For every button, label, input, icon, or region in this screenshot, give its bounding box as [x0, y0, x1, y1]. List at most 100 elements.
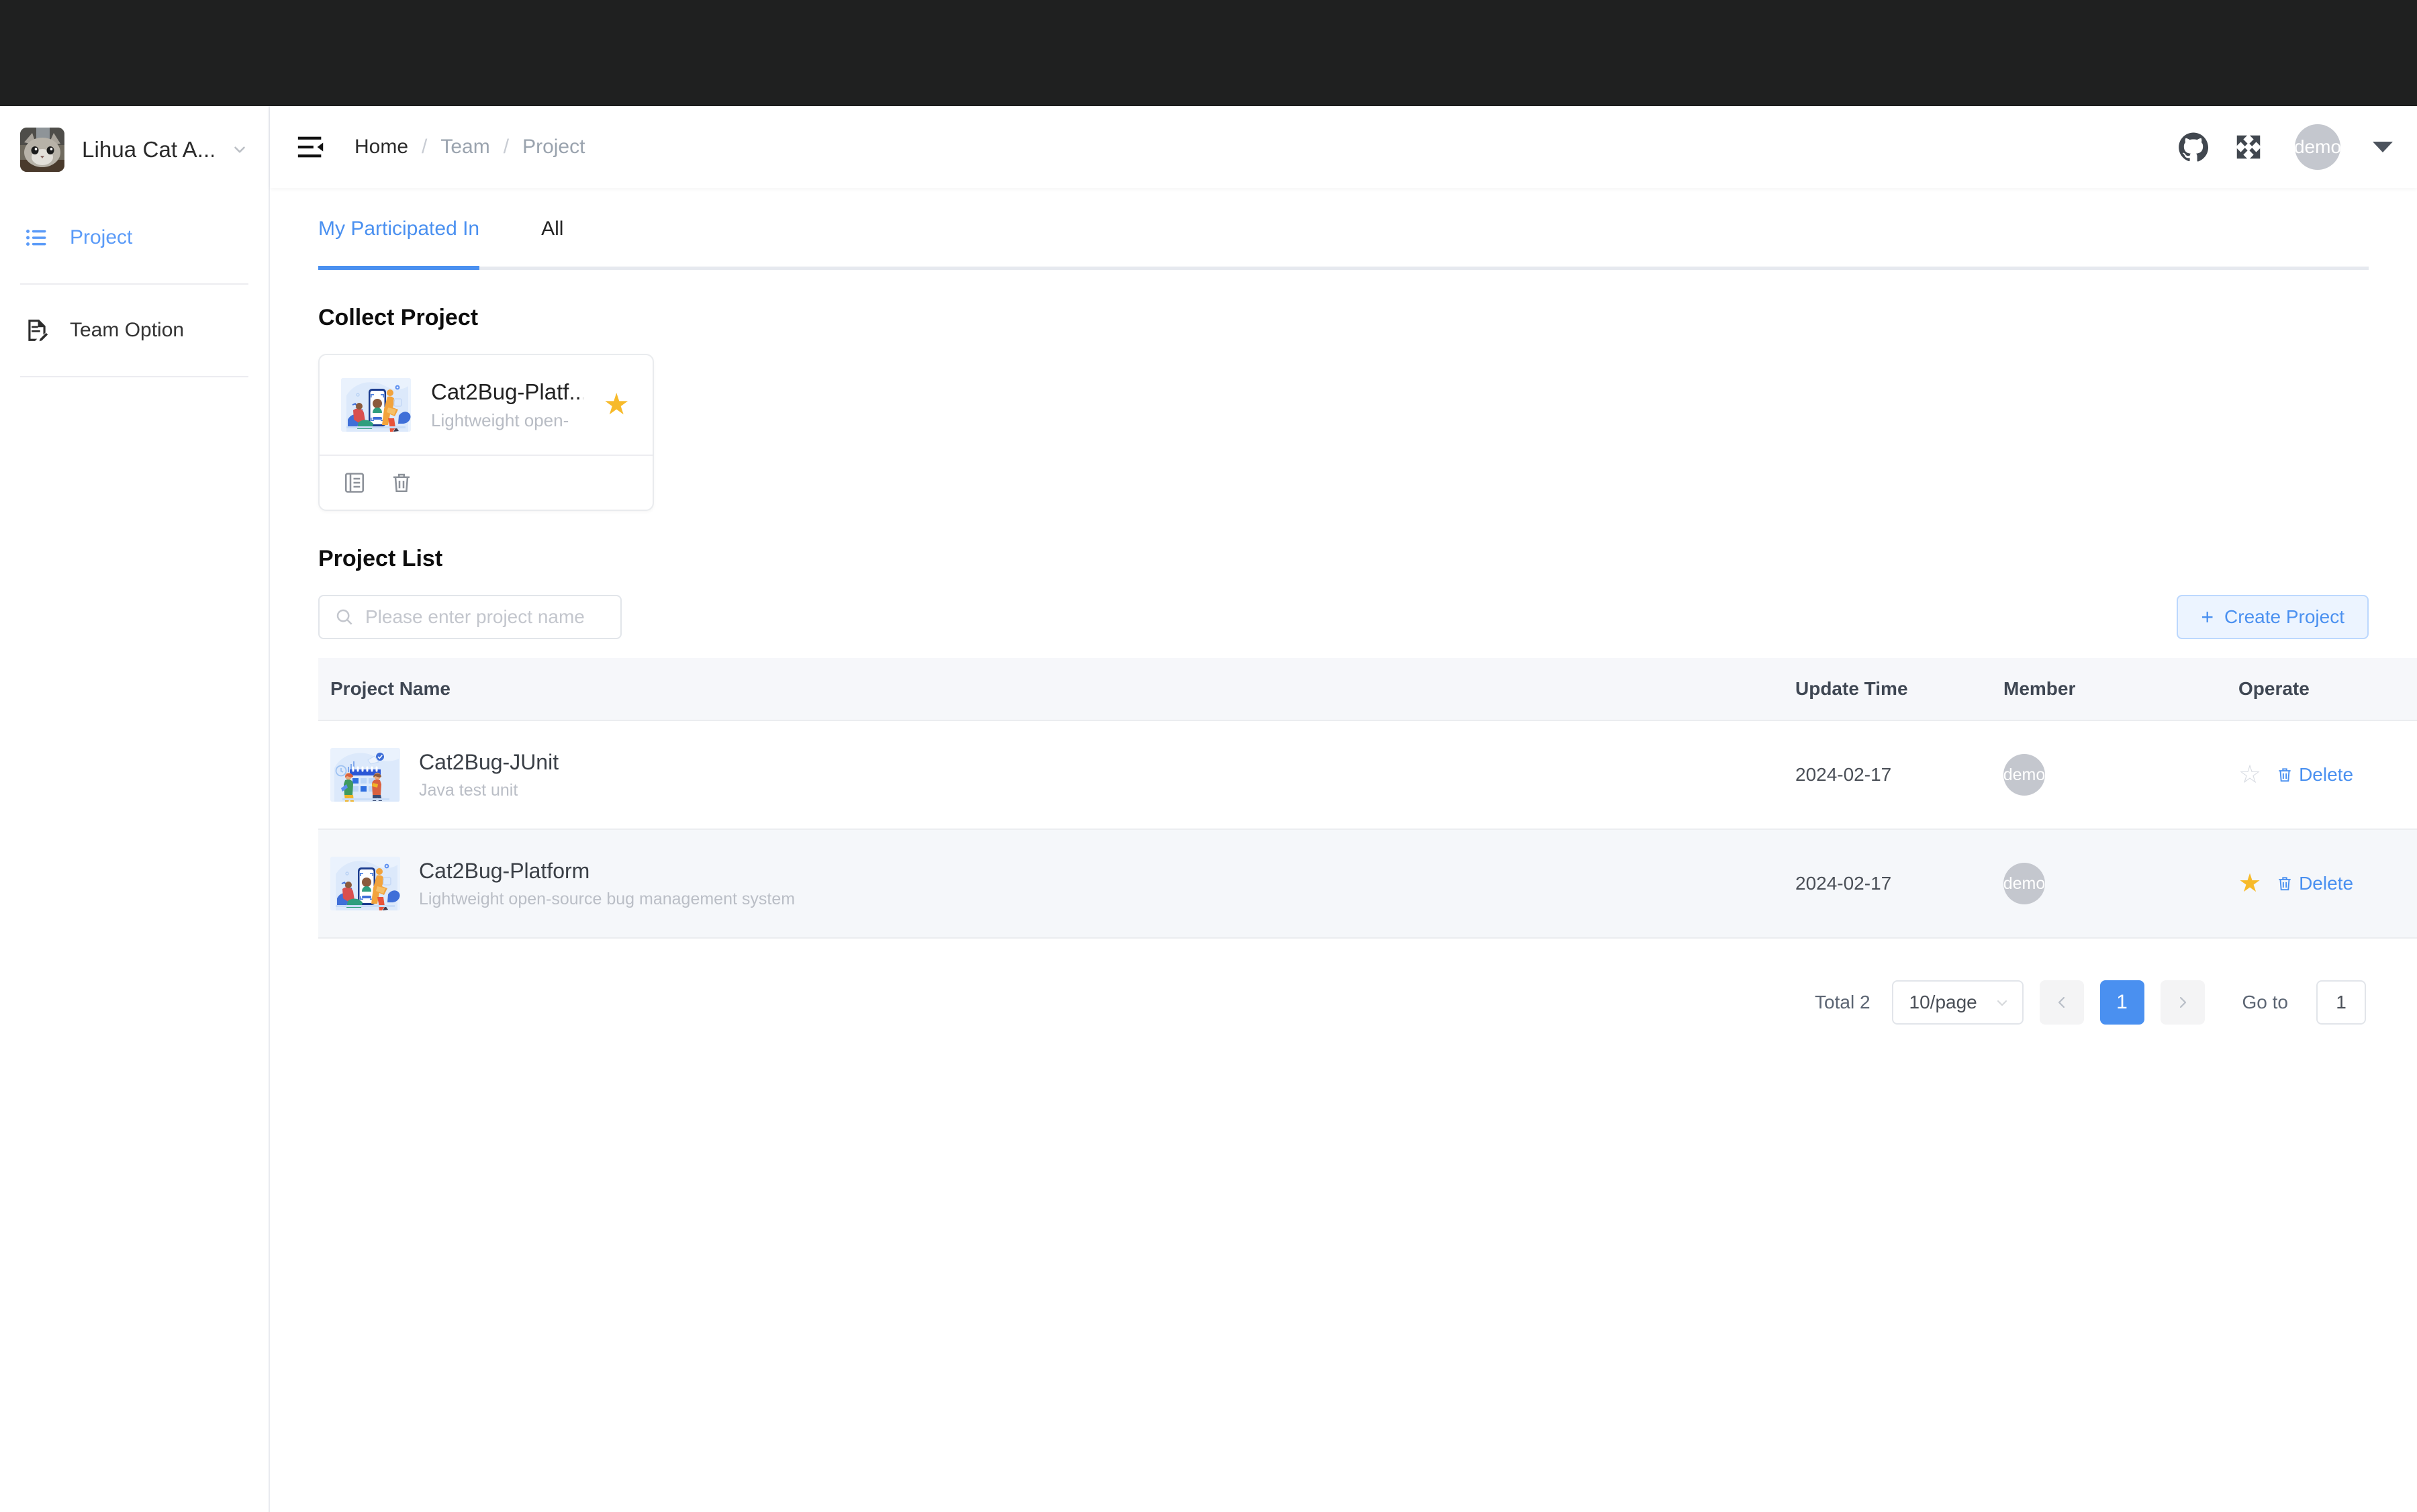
- chevron-down-icon[interactable]: [231, 141, 248, 158]
- pagination-goto-input[interactable]: 1: [2316, 980, 2366, 1025]
- pagination-prev-button[interactable]: [2039, 980, 2084, 1025]
- sidebar-item-project-label: Project: [70, 226, 133, 248]
- breadcrumb-item-team[interactable]: Team: [440, 136, 489, 158]
- create-project-button[interactable]: + Create Project: [2177, 595, 2369, 639]
- cell-member: demo: [2003, 829, 2238, 939]
- delete-project-button[interactable]: Delete: [2276, 764, 2353, 786]
- table-header-row: Project Name Update Time Member Operate: [318, 658, 2417, 720]
- cell-operate: ☆ Delete: [2238, 720, 2417, 829]
- mobile-scan-illustration: [341, 378, 411, 432]
- member-avatar[interactable]: demo: [2003, 863, 2045, 904]
- pagination-goto-label: Go to: [2242, 992, 2288, 1012]
- app-shell: Lihua Cat A... Project Team Option Home …: [0, 106, 2417, 1512]
- collect-card-texts: Cat2Bug-Platf... Lightweight open-: [431, 379, 583, 431]
- team-switcher[interactable]: Lihua Cat A...: [0, 106, 269, 193]
- delete-project-label: Delete: [2299, 873, 2354, 894]
- github-icon[interactable]: [2178, 132, 2209, 162]
- sidebar: Lihua Cat A... Project Team Option: [0, 106, 270, 1512]
- member-avatar-label: demo: [2003, 873, 2045, 893]
- delete-project-button[interactable]: Delete: [2276, 873, 2353, 894]
- sidebar-nav: Project Team Option: [0, 193, 269, 377]
- detail-icon[interactable]: [342, 471, 367, 495]
- tab-all-label: All: [541, 218, 564, 240]
- team-name: Lihua Cat A...: [82, 137, 214, 162]
- breadcrumb-item-project[interactable]: Project: [522, 136, 585, 158]
- menu-collapse-icon[interactable]: [295, 132, 326, 162]
- project-name: Cat2Bug-Platform: [419, 858, 590, 883]
- collect-project-card[interactable]: Cat2Bug-Platf... Lightweight open- ★: [318, 354, 654, 511]
- table-row[interactable]: Cat2Bug-Platform Lightweight open-source…: [318, 829, 2417, 939]
- mobile-scan-illustration: [330, 857, 400, 910]
- collect-card-desc: Lightweight open-: [431, 410, 569, 430]
- page-size-select[interactable]: 10/page: [1891, 980, 2024, 1025]
- tab-bar: My Participated In All: [318, 188, 2369, 270]
- project-table: Project Name Update Time Member Operate: [318, 658, 2417, 939]
- caret-down-icon[interactable]: [2373, 142, 2393, 152]
- column-project-name: Project Name: [318, 658, 1795, 720]
- list-icon: [24, 225, 50, 250]
- fullscreen-icon[interactable]: [2233, 132, 2264, 162]
- sidebar-item-project[interactable]: Project: [0, 205, 269, 270]
- search-box[interactable]: [318, 595, 622, 639]
- column-operate: Operate: [2238, 658, 2417, 720]
- sidebar-divider-2: [20, 376, 248, 377]
- member-avatar-label: demo: [2003, 765, 2045, 784]
- pagination-goto-value: 1: [2336, 992, 2347, 1012]
- tab-my-participated-in-label: My Participated In: [318, 218, 480, 240]
- project-list-title: Project List: [318, 546, 443, 571]
- cell-member: demo: [2003, 720, 2238, 829]
- column-member: Member: [2003, 658, 2238, 720]
- star-filled-icon[interactable]: ★: [2238, 871, 2261, 896]
- collect-card-actions: [320, 455, 653, 510]
- sidebar-divider: [20, 283, 248, 285]
- project-name: Cat2Bug-JUnit: [419, 749, 559, 774]
- cell-update-time: 2024-02-17: [1795, 720, 2003, 829]
- browser-chrome-bar: [0, 0, 2417, 106]
- project-desc: Lightweight open-source bug management s…: [419, 889, 796, 908]
- project-table-head: Project Name Update Time Member Operate: [318, 658, 2417, 720]
- plus-icon: +: [2201, 605, 2214, 629]
- header-actions: demo: [2178, 124, 2393, 170]
- star-filled-icon[interactable]: ★: [604, 390, 630, 420]
- collect-card-body: Cat2Bug-Platf... Lightweight open- ★: [320, 355, 653, 455]
- breadcrumb-item-home[interactable]: Home: [354, 136, 408, 158]
- cell-operate: ★ Delete: [2238, 829, 2417, 939]
- sidebar-item-team-option-label: Team Option: [70, 319, 185, 341]
- breadcrumb: Home / Team / Project: [354, 136, 585, 158]
- column-update-time: Update Time: [1795, 658, 2003, 720]
- pagination: Total 2 10/page 1 Go to 1: [318, 939, 2369, 1025]
- pagination-page-1[interactable]: 1: [2099, 980, 2144, 1025]
- tab-bar-rule: [318, 267, 2369, 270]
- member-avatar[interactable]: demo: [2003, 754, 2045, 796]
- tab-my-participated-in[interactable]: My Participated In: [318, 188, 480, 270]
- pagination-next-button[interactable]: [2160, 980, 2205, 1025]
- pagination-total: Total 2: [1815, 992, 1870, 1012]
- content-area: My Participated In All Collect Project C…: [270, 188, 2417, 1512]
- breadcrumb-separator-2: /: [503, 136, 510, 158]
- top-header: Home / Team / Project demo: [270, 106, 2417, 188]
- trash-icon: [2276, 875, 2293, 892]
- pagination-page-1-label: 1: [2116, 991, 2128, 1013]
- document-edit-icon: [24, 318, 50, 343]
- cell-update-time: 2024-02-17: [1795, 829, 2003, 939]
- delete-project-label: Delete: [2299, 764, 2354, 785]
- table-row[interactable]: Cat2Bug-JUnit Java test unit 2024-02-17 …: [318, 720, 2417, 829]
- search-input[interactable]: [365, 606, 606, 628]
- tab-all[interactable]: All: [541, 188, 563, 270]
- cell-project-name: Cat2Bug-JUnit Java test unit: [318, 720, 1795, 829]
- main-region: Home / Team / Project demo My Participat…: [270, 106, 2417, 1512]
- sidebar-item-team-option[interactable]: Team Option: [0, 298, 269, 363]
- chevron-down-icon: [1994, 994, 2010, 1010]
- project-list-toolbar: + Create Project: [318, 595, 2369, 639]
- create-project-label: Create Project: [2224, 606, 2344, 627]
- star-outline-icon[interactable]: ☆: [2238, 762, 2261, 788]
- cell-project-name: Cat2Bug-Platform Lightweight open-source…: [318, 829, 1795, 939]
- project-desc: Java test unit: [419, 780, 518, 800]
- trash-icon[interactable]: [389, 471, 414, 495]
- project-table-body: Cat2Bug-JUnit Java test unit 2024-02-17 …: [318, 720, 2417, 939]
- avatar[interactable]: demo: [2295, 124, 2340, 170]
- avatar-label: demo: [2295, 136, 2340, 157]
- collect-project-title: Collect Project: [318, 305, 479, 330]
- breadcrumb-separator-1: /: [422, 136, 428, 158]
- collect-card-name: Cat2Bug-Platf...: [431, 379, 583, 404]
